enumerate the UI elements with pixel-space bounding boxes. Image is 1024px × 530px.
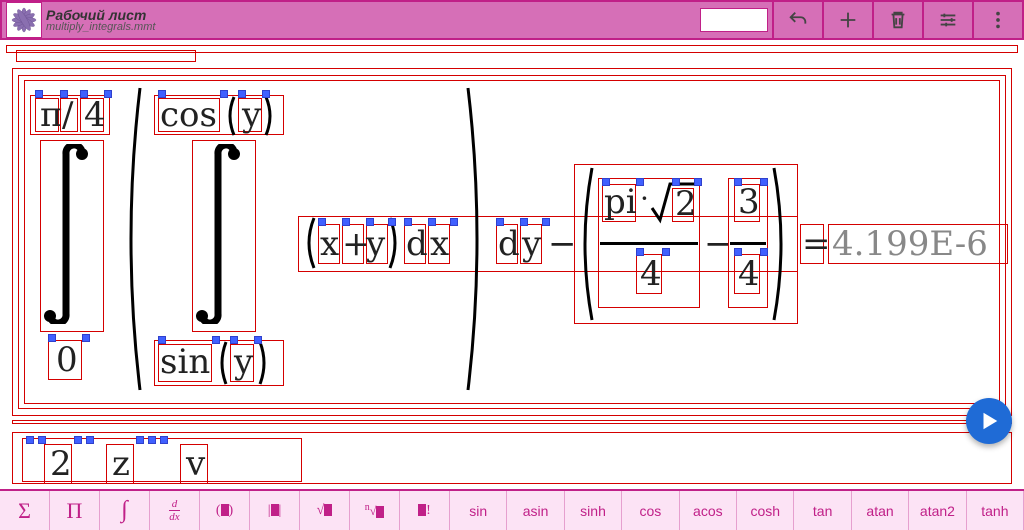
int1-lower-0[interactable]: 0 — [56, 340, 78, 380]
paren-open-outer — [118, 84, 146, 399]
int2-lower-sin[interactable]: sin — [160, 342, 210, 382]
diff1-d: d — [406, 224, 428, 264]
rhs-dot: · — [640, 182, 649, 215]
tool-sum[interactable]: Σ — [0, 491, 50, 530]
tool-abs[interactable]: || — [250, 491, 300, 530]
paren-close-outer — [462, 84, 490, 399]
int1-upper-pi[interactable]: π — [40, 95, 62, 135]
tool-cos[interactable]: cos — [622, 491, 679, 530]
plus-icon — [837, 9, 859, 31]
paren-close-rhs — [772, 166, 790, 327]
add-button[interactable] — [822, 2, 872, 38]
int2-lower-y[interactable]: y — [234, 342, 253, 382]
int1-upper-slash: / — [62, 95, 73, 135]
row2-v[interactable]: v — [186, 444, 205, 484]
tool-tanh[interactable]: tanh — [967, 491, 1024, 530]
flower-icon — [9, 5, 39, 35]
app-bar-right — [696, 2, 1022, 38]
play-button[interactable] — [966, 398, 1012, 444]
int1-upper-4[interactable]: 4 — [84, 95, 106, 135]
tool-sinh[interactable]: sinh — [565, 491, 622, 530]
paren-close-sin — [258, 340, 270, 391]
trash-icon — [887, 9, 909, 31]
sliders-icon — [937, 9, 959, 31]
appbar-empty-slot[interactable] — [700, 8, 768, 32]
function-toolbar: Σ Π ∫ ddx () || √ n√ ! sin asin sinh cos… — [0, 489, 1024, 530]
minus-op: − — [548, 224, 577, 264]
tool-deriv[interactable]: ddx — [150, 491, 200, 530]
equals-sign: = — [802, 224, 831, 264]
paren-close-cos — [264, 95, 276, 142]
paren-open-xy — [302, 216, 316, 275]
work-area[interactable]: π / 4 0 cos y sin y — [0, 40, 1024, 489]
undo-button[interactable] — [772, 2, 822, 38]
result-value: 4.199E-6 — [832, 224, 988, 264]
more-vert-icon — [987, 9, 1009, 31]
delete-button[interactable] — [872, 2, 922, 38]
rhs-frac2-num[interactable]: 3 — [738, 182, 760, 222]
tool-sin[interactable]: sin — [450, 491, 507, 530]
diff1-x[interactable]: x — [430, 224, 449, 264]
tool-int[interactable]: ∫ — [100, 491, 150, 530]
tool-cosh[interactable]: cosh — [737, 491, 794, 530]
int2-upper-y[interactable]: y — [242, 95, 261, 135]
rhs-frac1-den[interactable]: 4 — [640, 254, 662, 294]
tool-asin[interactable]: asin — [507, 491, 564, 530]
diff2-d: d — [498, 224, 520, 264]
title-block: Рабочий лист multiply_integrals.mmt — [46, 8, 155, 33]
settings-button[interactable] — [922, 2, 972, 38]
tool-fact[interactable]: ! — [400, 491, 450, 530]
tool-atan[interactable]: atan — [852, 491, 909, 530]
app-icon[interactable] — [6, 2, 42, 38]
paren-open-sin — [216, 340, 228, 391]
tool-nroot[interactable]: n√ — [350, 491, 400, 530]
tool-acos[interactable]: acos — [680, 491, 737, 530]
tool-prod[interactable]: Π — [50, 491, 100, 530]
undo-icon — [787, 9, 809, 31]
paren-open-cos — [224, 95, 236, 142]
row2-2[interactable]: 2 — [50, 444, 72, 484]
integral-sign-2 — [196, 144, 246, 329]
integral-sign-1 — [44, 144, 94, 329]
play-icon — [978, 410, 1000, 432]
app-bar: Рабочий лист multiply_integrals.mmt — [0, 0, 1024, 40]
tool-atan2[interactable]: atan2 — [909, 491, 966, 530]
worksheet-filename: multiply_integrals.mmt — [46, 22, 155, 33]
fraction-bar-1 — [600, 242, 698, 245]
app-bar-left: Рабочий лист multiply_integrals.mmt — [2, 2, 159, 38]
fraction-bar-2 — [730, 242, 766, 245]
rhs-frac2-den[interactable]: 4 — [738, 254, 760, 294]
tool-sqrt[interactable]: √ — [300, 491, 350, 530]
more-button[interactable] — [972, 2, 1022, 38]
row2-z[interactable]: z — [112, 444, 130, 484]
int2-upper-cos[interactable]: cos — [160, 95, 217, 135]
rhs-pi[interactable]: pi — [604, 182, 637, 222]
paren-open-rhs — [576, 166, 594, 327]
rhs-sqrt-2[interactable]: 2 — [675, 184, 697, 224]
inner-x[interactable]: x — [320, 224, 339, 264]
tool-paren[interactable]: () — [200, 491, 250, 530]
tool-tan[interactable]: tan — [794, 491, 851, 530]
inner-y[interactable]: y — [366, 224, 385, 264]
diff2-y[interactable]: y — [522, 224, 541, 264]
worksheet-title: Рабочий лист — [46, 8, 155, 22]
